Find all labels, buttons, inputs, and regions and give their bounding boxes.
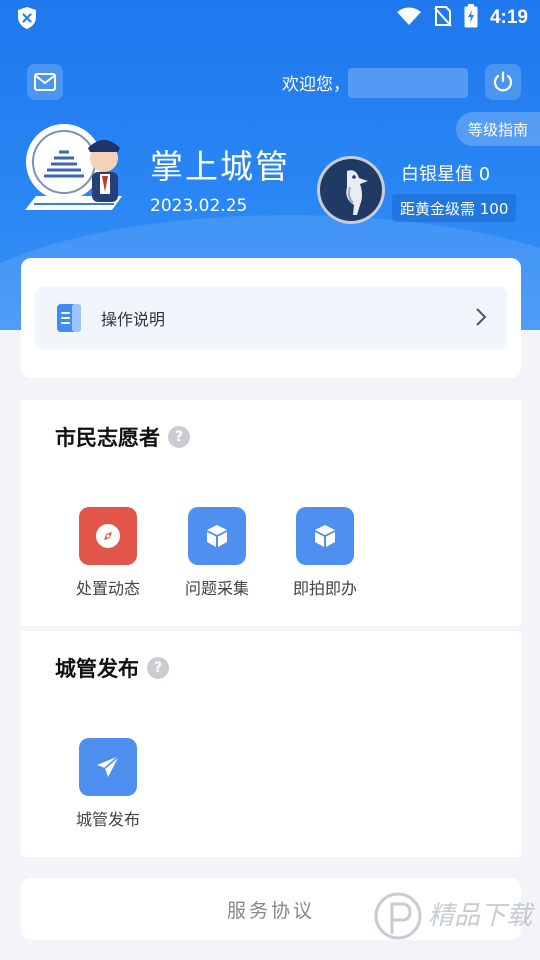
publish-title: 城管发布: [55, 657, 139, 681]
power-icon: [493, 71, 513, 92]
help-icon[interactable]: ?: [168, 426, 190, 448]
section-title: 市民志愿者 ?: [55, 422, 190, 452]
mail-icon: [34, 73, 56, 91]
section-title: 城管发布 ?: [55, 653, 169, 683]
guide-card: 操作说明: [21, 258, 521, 378]
operation-guide-label: 操作说明: [101, 310, 166, 329]
app-title: 掌上城管: [150, 147, 290, 186]
clock: 4:19: [489, 7, 528, 28]
paper-plane-icon: [79, 738, 137, 796]
tile-label: 问题采集: [184, 579, 249, 598]
tile-disposal-status[interactable]: 处置动态: [58, 507, 158, 599]
document-icon: [57, 304, 81, 332]
tile-label: 城管发布: [75, 810, 140, 829]
message-button[interactable]: [27, 64, 63, 100]
tile-label: 即拍即办: [292, 579, 357, 598]
box-icon: [296, 507, 354, 565]
volunteer-title: 市民志愿者: [55, 426, 160, 450]
watermark-text: 精品下载: [428, 901, 535, 931]
shield-x-icon: [16, 6, 38, 34]
city-management-logo: [22, 118, 128, 222]
battery-charging-icon: [464, 4, 478, 32]
user-level-avatar: [317, 156, 385, 224]
status-bar: 4:19: [0, 0, 540, 36]
compass-icon: [79, 507, 137, 565]
tile-snap-and-handle[interactable]: 即拍即办: [275, 507, 375, 599]
level-guide-button[interactable]: 等级指南: [456, 112, 540, 146]
publish-section: 城管发布 ? 城管发布: [21, 631, 521, 857]
next-level-distance: 距黄金级需 100: [392, 194, 517, 222]
chevron-right-icon: [476, 308, 487, 326]
wifi-icon: [396, 6, 422, 30]
operation-guide-row[interactable]: 操作说明: [35, 287, 507, 349]
volunteer-section: 市民志愿者 ? 处置动态 问题采集 即拍即办: [21, 400, 521, 626]
tile-issue-collection[interactable]: 问题采集: [167, 507, 267, 599]
welcome-text: 欢迎您，: [282, 75, 350, 95]
watermark: 精品下载: [370, 888, 540, 948]
current-date: 2023.02.25: [150, 196, 248, 216]
bird-icon: [346, 170, 368, 215]
tile-label: 处置动态: [75, 579, 140, 598]
no-sim-icon: [434, 5, 452, 31]
box-icon: [188, 507, 246, 565]
username-redacted: [348, 68, 468, 98]
tile-city-publish[interactable]: 城管发布: [58, 738, 158, 830]
silver-rank: 白银星值 0: [401, 164, 491, 185]
help-icon[interactable]: ?: [147, 657, 169, 679]
logout-button[interactable]: [485, 64, 521, 100]
